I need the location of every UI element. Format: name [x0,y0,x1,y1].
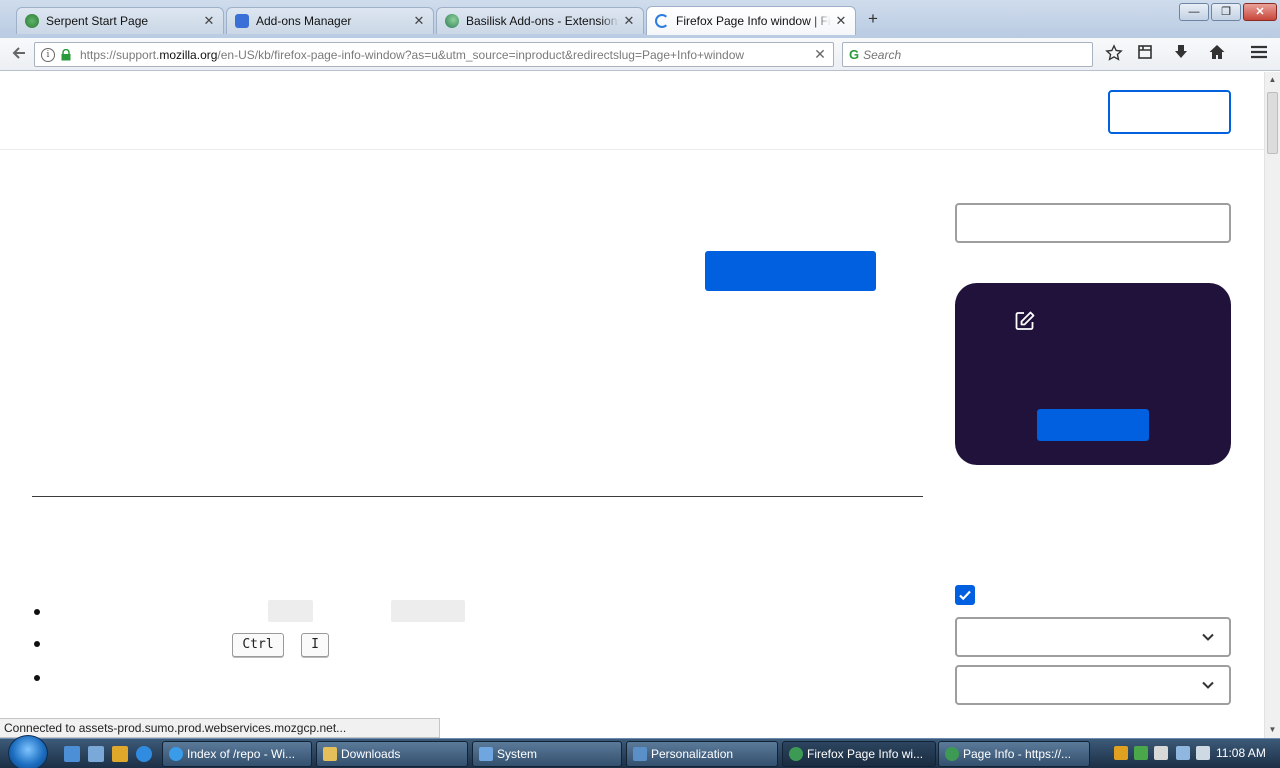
search-input[interactable] [863,47,1064,62]
close-tab-icon[interactable]: ✕ [623,13,635,29]
search-bar[interactable]: G [842,42,1093,67]
puzzle-piece-icon [235,14,249,28]
star-icon [1105,44,1123,61]
tab-strip: Serpent Start Page ✕ Add-ons Manager ✕ B… [0,0,1280,38]
taskbar-item-page-info[interactable]: Page Info - https://... [938,741,1090,767]
url-bar[interactable]: i https://support.mozilla.org/en-US/kb/f… [34,42,834,67]
show-desktop-icon[interactable] [64,746,80,762]
chevron-down-icon [1202,681,1214,689]
taskbar-item-system[interactable]: System [472,741,622,767]
folder-icon [323,747,337,761]
page-content: Ctrl I [0,72,1264,717]
dropdown-select-2[interactable] [955,665,1231,705]
tab-firefox-page-info[interactable]: Firefox Page Info window | Firefox Help … [646,6,856,35]
scroll-up-arrow-icon[interactable]: ▲ [1265,75,1280,84]
sign-in-button[interactable] [1108,90,1231,134]
bookmark-star-button[interactable] [1103,44,1125,66]
new-tab-button[interactable]: + [864,10,882,28]
network-icon[interactable] [1176,746,1190,760]
navigation-toolbar: i https://support.mozilla.org/en-US/kb/f… [0,38,1280,71]
internet-explorer-icon[interactable] [136,746,152,762]
loading-spinner-icon [655,14,669,28]
dropdown-select-1[interactable] [955,617,1231,657]
vertical-scrollbar[interactable]: ▲ ▼ [1264,72,1280,738]
explorer-icon[interactable] [88,746,104,762]
search-engine-icon[interactable]: G [849,47,859,62]
sidebar-search-input[interactable] [955,203,1231,243]
security-icon[interactable] [1134,746,1148,760]
download-arrow-icon [1175,45,1187,58]
home-icon [1209,45,1225,59]
taskbar-item-index-of-repo[interactable]: Index of /repo - Wi... [162,741,312,767]
home-button[interactable] [1206,44,1228,66]
clock[interactable]: 11:08 AM [1216,739,1276,768]
restore-button[interactable]: ❐ [1211,3,1241,21]
close-window-button[interactable]: ✕ [1243,3,1277,21]
media-player-icon[interactable] [112,746,128,762]
list-bullet [34,609,40,615]
internet-explorer-icon [169,747,183,761]
personalization-icon [633,747,647,761]
scroll-down-arrow-icon[interactable]: ▼ [1265,725,1280,734]
close-tab-icon[interactable]: ✕ [835,13,847,29]
inline-code [391,600,465,622]
tab-basilisk-add-ons[interactable]: Basilisk Add-ons - Extensions ✕ [436,7,644,34]
primary-action-button[interactable] [705,251,876,291]
serpent-icon [945,747,959,761]
serpent-icon [789,747,803,761]
scrollbar-thumb[interactable] [1267,92,1278,154]
system-icon [479,747,493,761]
header-divider [0,149,1264,150]
tab-add-ons-manager[interactable]: Add-ons Manager ✕ [226,7,434,34]
checkbox[interactable] [955,585,975,605]
taskbar-item-personalization[interactable]: Personalization [626,741,778,767]
minimize-button[interactable]: — [1179,3,1209,21]
clear-url-icon[interactable]: ✕ [807,46,833,63]
tab-title: Serpent Start Page [46,14,149,28]
windows-taskbar: Index of /repo - Wi... Downloads System … [0,735,1280,768]
checkmark-icon [959,590,971,601]
section-divider [32,496,923,497]
kbd-ctrl: Ctrl [232,633,284,657]
shield-icon[interactable] [1114,746,1128,760]
tab-serpent-start-page[interactable]: Serpent Start Page ✕ [16,7,224,34]
back-arrow-icon [12,47,25,59]
site-info-icon[interactable]: i [41,47,55,62]
bookmarks-menu-button[interactable] [1134,44,1156,66]
list-bullet [34,675,40,681]
url-text: https://support.mozilla.org/en-US/kb/fir… [80,47,745,62]
tab-title: Firefox Page Info window | Firefox Help [676,14,831,28]
promo-card [955,283,1231,465]
close-tab-icon[interactable]: ✕ [413,13,425,29]
back-button[interactable] [8,44,30,66]
promo-button[interactable] [1037,409,1149,441]
downloads-button[interactable] [1170,44,1192,66]
kbd-i: I [301,633,329,657]
tab-title: Add-ons Manager [256,14,352,28]
volume-muted-icon[interactable] [1196,746,1210,760]
serpent-icon [25,14,39,28]
tray-icon[interactable] [1154,746,1168,760]
inline-code [268,600,313,622]
hamburger-menu-icon [1251,45,1267,59]
status-bar: Connected to assets-prod.sumo.prod.webse… [0,718,440,738]
chevron-down-icon [1202,633,1214,641]
edit-icon [1015,311,1035,330]
taskbar-item-firefox-page-info[interactable]: Firefox Page Info wi... [782,741,936,767]
bookmarks-list-icon [1138,45,1152,59]
list-bullet [34,641,40,647]
padlock-icon [61,48,71,61]
tab-title: Basilisk Add-ons - Extensions [466,14,619,28]
menu-button[interactable] [1248,44,1270,66]
start-button[interactable] [8,735,48,768]
taskbar-item-downloads[interactable]: Downloads [316,741,468,767]
basilisk-icon [445,14,459,28]
close-tab-icon[interactable]: ✕ [203,13,215,29]
